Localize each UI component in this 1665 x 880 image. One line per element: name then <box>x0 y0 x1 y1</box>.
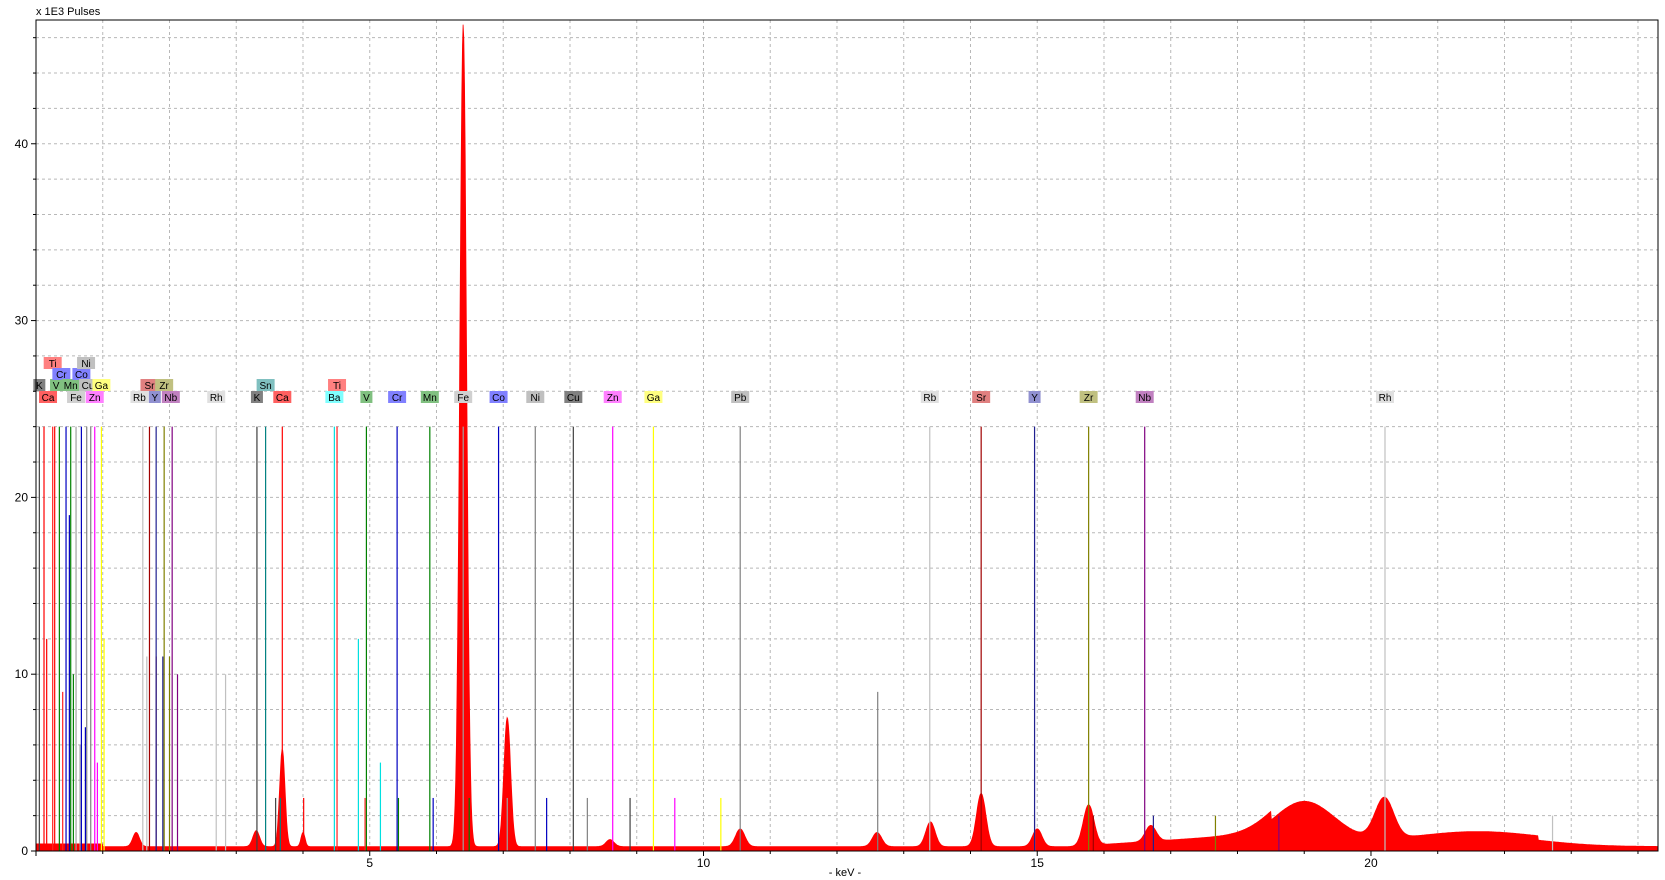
element-label-ga: Ga <box>95 381 109 392</box>
element-label-zn: Zn <box>607 393 619 404</box>
element-label-fe: Fe <box>457 393 469 404</box>
element-label-mn: Mn <box>423 393 437 404</box>
element-label-co: Co <box>492 393 505 404</box>
x-axis-title: - keV - <box>829 867 862 879</box>
element-label-sr: Sr <box>144 381 155 392</box>
element-label-ca: Ca <box>276 393 289 404</box>
element-label-nb: Nb <box>1138 393 1151 404</box>
element-label-sn: Sn <box>259 381 271 392</box>
element-label-ti: Ti <box>333 381 341 392</box>
element-label-v: V <box>53 381 60 392</box>
plot-frame <box>35 19 1659 852</box>
spectrum-area <box>35 24 1659 852</box>
element-label-nb: Nb <box>164 393 177 404</box>
x-tick-label: 20 <box>1364 856 1378 870</box>
element-label-fe: Fe <box>70 393 82 404</box>
grid <box>36 20 1658 851</box>
element-label-y: Y <box>1031 393 1038 404</box>
y-tick-label: 20 <box>15 490 29 504</box>
element-label-rb: Rb <box>923 393 936 404</box>
spectrum-curve <box>35 24 1659 852</box>
y-tick-label: 0 <box>21 844 28 858</box>
element-label-k: K <box>254 393 261 404</box>
y-tick-label: 30 <box>15 314 29 328</box>
element-label-y: Y <box>151 393 158 404</box>
element-label-v: V <box>363 393 370 404</box>
element-label-cr: Cr <box>392 393 403 404</box>
element-label-rh: Rh <box>210 393 223 404</box>
element-label-pb: Pb <box>734 393 747 404</box>
element-label-zr: Zr <box>1084 393 1094 404</box>
element-label-sr: Sr <box>976 393 987 404</box>
element-label-ca: Ca <box>42 393 55 404</box>
x-tick-label: 10 <box>697 856 711 870</box>
element-label-rb: Rb <box>133 393 146 404</box>
element-label-rh: Rh <box>1379 393 1392 404</box>
element-label-ga: Ga <box>647 393 661 404</box>
x-tick-label: 15 <box>1031 856 1045 870</box>
y-tick-label: 10 <box>15 667 29 681</box>
element-label-ba: Ba <box>328 393 341 404</box>
y-axis-title: x 1E3 Pulses <box>36 6 101 18</box>
y-tick-label: 40 <box>15 137 29 151</box>
element-label-ni: Ni <box>531 393 540 404</box>
element-label-cu: Cu <box>567 393 580 404</box>
element-label-zn: Zn <box>89 393 101 404</box>
axes: 0 10 20 30 40 5 10 15 20 <box>15 19 1659 870</box>
element-label-ni: Ni <box>81 359 90 370</box>
element-label-k: K <box>36 381 43 392</box>
element-labels: KCaTiVCrMnFeCoNiCuZnGaRbSrYZrNb Rh KSnCaTi… <box>33 357 1394 404</box>
x-tick-label: 5 <box>366 856 373 870</box>
element-label-mn: Mn <box>64 381 78 392</box>
element-label-zr: Zr <box>159 381 169 392</box>
spectrum-chart: KCaTiVCrMnFeCoNiCuZnGaRbSrYZrNb Rh KSnCaTi… <box>15 6 1659 879</box>
